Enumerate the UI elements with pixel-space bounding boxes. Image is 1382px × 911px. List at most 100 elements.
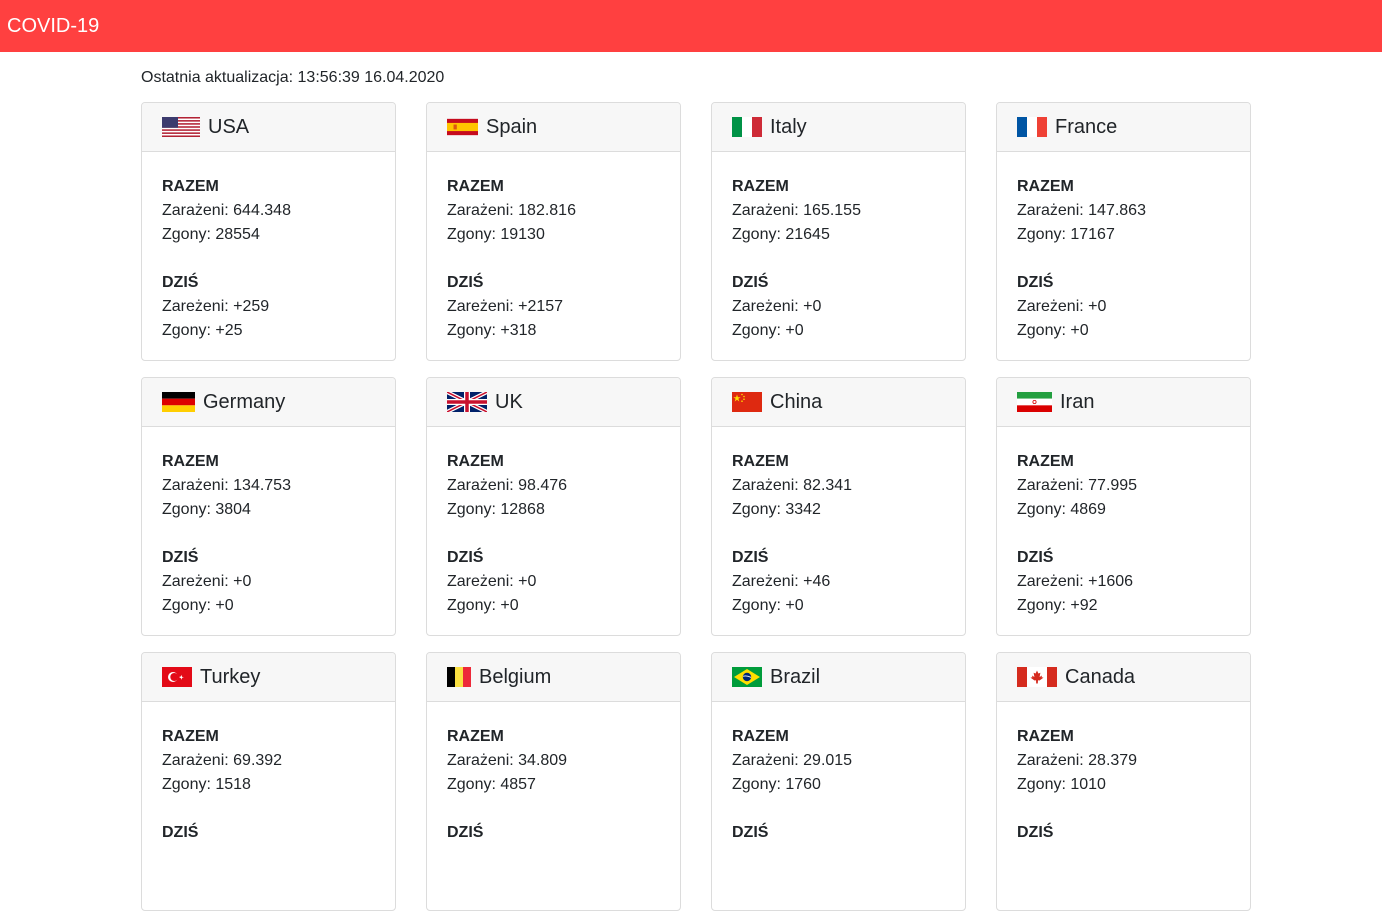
country-card: Spain RAZEM Zarażeni: 182.816 Zgony: 19130 D… xyxy=(426,102,681,361)
main-content: Ostatnia aktualizacja: 13:56:39 16.04.20… xyxy=(141,68,1251,911)
total-section-title: RAZEM xyxy=(162,178,219,195)
today-section-title: DZIŚ xyxy=(732,549,769,566)
country-card: Turkey RAZEM Zarażeni: 69.392 Zgony: 1518 DZ… xyxy=(141,652,396,911)
total-infected: Zarażeni: 34.809 xyxy=(447,752,568,769)
card-body: RAZEM Zarażeni: 644.348 Zgony: 28554 DZIŚ Za… xyxy=(142,152,395,343)
today-infected: Zareżeni: +1606 xyxy=(1017,573,1134,590)
today-section-title: DZIŚ xyxy=(1017,549,1054,566)
card-body: RAZEM Zarażeni: 29.015 Zgony: 1760 DZIŚ xyxy=(712,702,965,845)
total-section-title: RAZEM xyxy=(1017,453,1074,470)
total-infected: Zarażeni: 134.753 xyxy=(162,477,291,494)
today-deaths: Zgony: +318 xyxy=(447,322,537,339)
today-deaths: Zgony: +0 xyxy=(732,597,804,614)
today-section-title: DZIŚ xyxy=(1017,274,1054,291)
total-infected: Zarażeni: 182.816 xyxy=(447,202,576,219)
card-header: Germany xyxy=(142,378,395,427)
today-infected: Zareżeni: +46 xyxy=(732,573,831,590)
total-section-title: RAZEM xyxy=(732,178,789,195)
es-flag-icon xyxy=(447,117,478,137)
country-grid: USA RAZEM Zarażeni: 644.348 Zgony: 28554 DZI… xyxy=(141,102,1251,911)
total-deaths: Zgony: 3804 xyxy=(162,501,251,518)
total-deaths: Zgony: 4869 xyxy=(1017,501,1106,518)
de-flag-icon xyxy=(162,392,195,412)
total-deaths: Zgony: 17167 xyxy=(1017,226,1115,243)
today-section-title: DZIŚ xyxy=(447,274,484,291)
country-name: Germany xyxy=(203,390,286,413)
total-section-title: RAZEM xyxy=(447,453,504,470)
country-name: Belgium xyxy=(479,665,552,688)
total-section-title: RAZEM xyxy=(1017,728,1074,745)
total-infected: Zarażeni: 165.155 xyxy=(732,202,861,219)
country-name: UK xyxy=(495,390,523,413)
country-card: UK RAZEM Zarażeni: 98.476 Zgony: 12868 DZIŚ Z… xyxy=(426,377,681,636)
card-body: RAZEM Zarażeni: 165.155 Zgony: 21645 DZIŚ Za… xyxy=(712,152,965,343)
country-name: Iran xyxy=(1060,390,1095,413)
card-header: China xyxy=(712,378,965,427)
card-body: RAZEM Zarażeni: 77.995 Zgony: 4869 DZIŚ Zare… xyxy=(997,427,1250,618)
total-section-title: RAZEM xyxy=(1017,178,1074,195)
country-card: Belgium RAZEM Zarażeni: 34.809 Zgony: 4857 D… xyxy=(426,652,681,911)
card-body: RAZEM Zarażeni: 82.341 Zgony: 3342 DZIŚ Zare… xyxy=(712,427,965,618)
total-infected: Zarażeni: 29.015 xyxy=(732,752,853,769)
country-card: Italy RAZEM Zarażeni: 165.155 Zgony: 21645 D… xyxy=(711,102,966,361)
today-deaths: Zgony: +0 xyxy=(447,597,519,614)
country-card: Iran RAZEM Zarażeni: 77.995 Zgony: 4869 DZIŚ… xyxy=(996,377,1251,636)
app-title[interactable]: COVID-19 xyxy=(7,15,99,38)
today-infected: Zareżeni: +0 xyxy=(732,298,822,315)
cn-flag-icon xyxy=(732,392,762,412)
today-infected: Zareżeni: +259 xyxy=(162,298,270,315)
total-deaths: Zgony: 1010 xyxy=(1017,776,1106,793)
fr-flag-icon xyxy=(1017,117,1047,137)
total-section-title: RAZEM xyxy=(447,178,504,195)
country-name: France xyxy=(1055,115,1118,138)
card-header: Canada xyxy=(997,653,1250,702)
total-deaths: Zgony: 19130 xyxy=(447,226,545,243)
country-name: USA xyxy=(208,115,250,138)
today-deaths: Zgony: +0 xyxy=(732,322,804,339)
today-section-title: DZIŚ xyxy=(162,274,199,291)
card-header: Italy xyxy=(712,103,965,152)
top-navbar: COVID-19 xyxy=(0,0,1382,52)
today-section-title: DZIŚ xyxy=(1017,824,1054,841)
total-deaths: Zgony: 28554 xyxy=(162,226,260,243)
country-name: Turkey xyxy=(200,665,261,688)
today-infected: Zareżeni: +2157 xyxy=(447,298,564,315)
total-infected: Zarażeni: 82.341 xyxy=(732,477,853,494)
card-header: UK xyxy=(427,378,680,427)
today-section-title: DZIŚ xyxy=(447,824,484,841)
country-card: Canada RAZEM Zarażeni: 28.379 Zgony: 1010 DZ… xyxy=(996,652,1251,911)
today-deaths: Zgony: +92 xyxy=(1017,597,1098,614)
today-section-title: DZIŚ xyxy=(447,549,484,566)
country-card: China RAZEM Zarażeni: 82.341 Zgony: 3342 DZI… xyxy=(711,377,966,636)
today-infected: Zareżeni: +0 xyxy=(162,573,252,590)
today-deaths: Zgony: +25 xyxy=(162,322,243,339)
today-deaths: Zgony: +0 xyxy=(1017,322,1089,339)
be-flag-icon xyxy=(447,667,471,687)
card-header: Iran xyxy=(997,378,1250,427)
br-flag-icon xyxy=(732,667,762,687)
card-body: RAZEM Zarażeni: 134.753 Zgony: 3804 DZIŚ Zar… xyxy=(142,427,395,618)
total-infected: Zarażeni: 644.348 xyxy=(162,202,291,219)
us-flag-icon xyxy=(162,117,200,137)
country-card: France RAZEM Zarażeni: 147.863 Zgony: 17167… xyxy=(996,102,1251,361)
ca-flag-icon xyxy=(1017,667,1057,687)
it-flag-icon xyxy=(732,117,762,137)
total-deaths: Zgony: 4857 xyxy=(447,776,536,793)
card-body: RAZEM Zarażeni: 147.863 Zgony: 17167 DZIŚ Za… xyxy=(997,152,1250,343)
card-body: RAZEM Zarażeni: 28.379 Zgony: 1010 DZIŚ xyxy=(997,702,1250,845)
card-header: Spain xyxy=(427,103,680,152)
country-name: Italy xyxy=(770,115,807,138)
gb-flag-icon xyxy=(447,392,487,412)
card-header: France xyxy=(997,103,1250,152)
total-section-title: RAZEM xyxy=(732,728,789,745)
total-section-title: RAZEM xyxy=(162,728,219,745)
last-update-text: Ostatnia aktualizacja: 13:56:39 16.04.20… xyxy=(141,69,445,86)
ir-flag-icon xyxy=(1017,392,1052,412)
total-infected: Zarażeni: 98.476 xyxy=(447,477,568,494)
today-section-title: DZIŚ xyxy=(732,824,769,841)
total-deaths: Zgony: 1518 xyxy=(162,776,251,793)
country-card: Germany RAZEM Zarażeni: 134.753 Zgony: 3804… xyxy=(141,377,396,636)
total-deaths: Zgony: 21645 xyxy=(732,226,830,243)
today-section-title: DZIŚ xyxy=(162,549,199,566)
total-deaths: Zgony: 3342 xyxy=(732,501,821,518)
